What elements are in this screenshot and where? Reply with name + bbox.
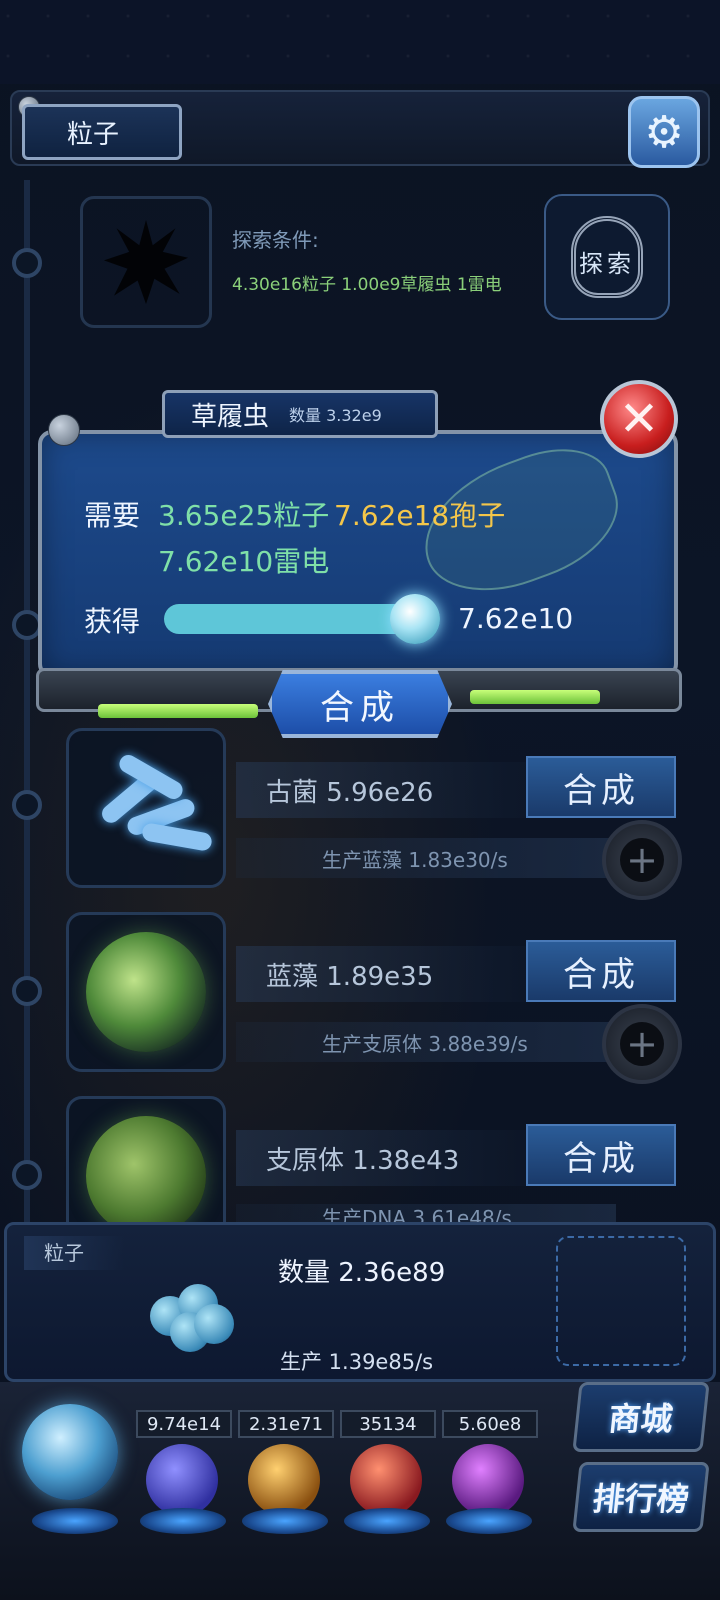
slider-fill	[164, 604, 426, 634]
plus-icon: +	[620, 838, 664, 882]
lightning-orb-icon[interactable]	[146, 1444, 218, 1516]
row-name: 蓝藻 1.89e35	[236, 946, 526, 1002]
upgrade-button[interactable]: +	[602, 820, 682, 900]
rail-node	[12, 790, 42, 820]
page-title: 粒子	[22, 104, 182, 160]
pedestal	[446, 1508, 532, 1534]
cell-icon	[86, 932, 206, 1052]
plus-icon: +	[620, 1022, 664, 1066]
cyanobacteria-image	[66, 912, 226, 1072]
rail-node	[12, 976, 42, 1006]
explore-requirement: 4.30e16粒子 1.00e9草履虫 1雷电	[232, 275, 502, 295]
slider-handle[interactable]	[390, 594, 440, 644]
dna-icon	[556, 1236, 686, 1366]
dialog-title: 草履虫	[191, 401, 270, 432]
unknown-creature-image	[80, 196, 212, 328]
close-button[interactable]: ✕	[600, 380, 678, 458]
upgrade-button[interactable]: +	[602, 1004, 682, 1084]
nebula-orb-icon[interactable]	[248, 1444, 320, 1516]
screw-icon	[48, 414, 80, 446]
info-count: 数量 2.36e89	[278, 1258, 446, 1288]
pedestal	[344, 1508, 430, 1534]
combine-button[interactable]: 合成	[526, 1124, 676, 1186]
gear-icon: ⚙	[644, 106, 684, 158]
row-production: 生产支原体 3.88e39/s	[236, 1022, 616, 1062]
cell-icon	[86, 1116, 206, 1236]
pedestal	[32, 1508, 118, 1534]
brain-orb-icon[interactable]	[350, 1444, 422, 1516]
rail-node	[12, 248, 42, 278]
row-name: 古菌 5.96e26	[236, 762, 526, 818]
combine-button[interactable]: 合成	[526, 940, 676, 1002]
explore-condition-label: 探索条件:	[232, 228, 319, 252]
get-label: 获得	[84, 605, 141, 638]
progress-rail	[24, 180, 30, 1240]
get-value: 7.62e10	[458, 602, 574, 635]
need-spores: 7.62e18孢子	[334, 499, 506, 532]
need-label: 需要	[84, 499, 141, 532]
silhouette-icon	[104, 220, 188, 304]
ranking-button[interactable]: 排行榜	[572, 1462, 710, 1532]
dialog-count: 数量 3.32e9	[289, 406, 382, 425]
need-lightning: 7.62e10雷电	[158, 545, 330, 578]
close-icon: ✕	[618, 391, 660, 447]
explore-button[interactable]: 探索	[544, 194, 670, 320]
settings-button[interactable]: ⚙	[628, 96, 700, 168]
particle-icon	[140, 1276, 240, 1366]
cell-orb-icon[interactable]	[452, 1444, 524, 1516]
resource-value: 2.31e71	[238, 1410, 334, 1438]
pedestal	[140, 1508, 226, 1534]
dialog-combine-button[interactable]: 合成	[268, 670, 452, 738]
dialog-title-bar: 草履虫 数量 3.32e9	[162, 390, 438, 438]
status-area	[0, 0, 720, 84]
rail-node	[12, 1160, 42, 1190]
row-name: 支原体 1.38e43	[236, 1130, 526, 1186]
resource-value: 9.74e14	[136, 1410, 232, 1438]
resource-value: 5.60e8	[442, 1410, 538, 1438]
combine-button[interactable]: 合成	[526, 756, 676, 818]
need-particles: 3.65e25粒子	[158, 499, 330, 532]
resource-value: 35134	[340, 1410, 436, 1438]
bacteria-icon	[86, 751, 214, 858]
pedestal	[242, 1508, 328, 1534]
info-tag: 粒子	[24, 1236, 124, 1270]
explore-button-label: 探索	[579, 250, 635, 278]
row-production: 生产蓝藻 1.83e30/s	[236, 838, 616, 878]
shop-button[interactable]: 商城	[572, 1382, 710, 1452]
amount-slider[interactable]	[164, 604, 426, 634]
energy-bar	[98, 704, 258, 718]
archaea-image	[66, 728, 226, 888]
game-screen: 粒子 ⚙ 探索条件: 4.30e16粒子 1.00e9草履虫 1雷电 探索 古菌…	[0, 0, 720, 1600]
info-production: 生产 1.39e85/s	[280, 1350, 434, 1374]
particle-orb-icon[interactable]	[22, 1404, 118, 1500]
energy-bar	[470, 690, 600, 704]
